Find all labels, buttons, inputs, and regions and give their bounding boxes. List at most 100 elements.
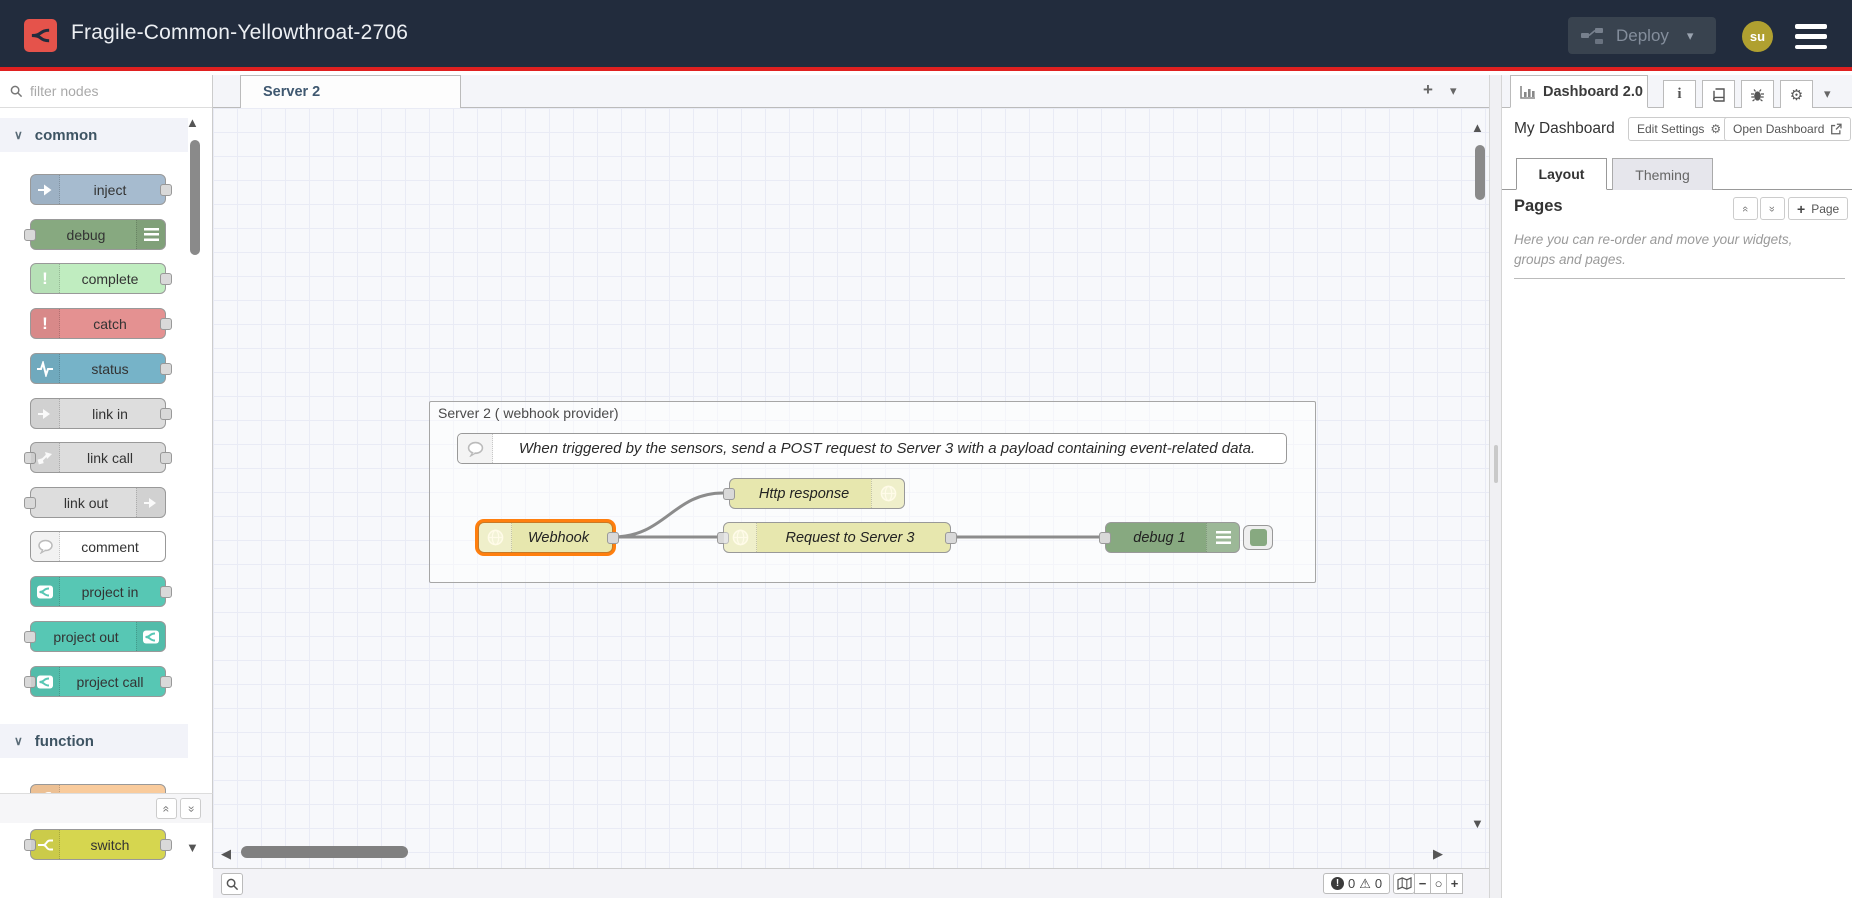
palette-node-status[interactable]: status: [30, 353, 166, 384]
node-output-port[interactable]: [160, 839, 172, 851]
sidebar-tab-help[interactable]: [1702, 80, 1735, 108]
node-red-editor: Fragile-Common-Yellowthroat-2706 Deploy …: [0, 0, 1852, 900]
flow-node-webhook[interactable]: Webhook: [478, 522, 613, 553]
palette-filter: [0, 75, 212, 108]
node-output-port[interactable]: [160, 318, 172, 330]
zoom-out-button[interactable]: −: [1414, 873, 1431, 894]
sidebar-tab-config[interactable]: ⚙: [1780, 80, 1813, 108]
palette-filter-input[interactable]: [30, 83, 180, 99]
flow-node-request-to-server-3[interactable]: Request to Server 3: [723, 522, 951, 553]
canvas-search-button[interactable]: [221, 873, 243, 895]
palette-node-complete[interactable]: ! complete: [30, 263, 166, 294]
node-output-port[interactable]: [945, 532, 957, 544]
node-input-port[interactable]: [1099, 532, 1111, 544]
canvas-scroll-up-arrow[interactable]: ▲: [1471, 120, 1484, 135]
node-input-port[interactable]: [24, 497, 36, 509]
node-output-port[interactable]: [607, 532, 619, 544]
navigator-map-button[interactable]: [1393, 873, 1415, 894]
node-label: Http response: [738, 479, 870, 508]
palette-category-common[interactable]: ∨ common: [0, 118, 188, 152]
palette-node-project-out[interactable]: project out: [30, 621, 166, 652]
edit-settings-button[interactable]: Edit Settings ⚙: [1628, 117, 1730, 141]
zoom-in-button[interactable]: +: [1446, 873, 1463, 894]
move-page-up-button[interactable]: «: [1733, 197, 1758, 220]
category-label: common: [35, 127, 98, 144]
flow-node-http-response[interactable]: Http response: [729, 478, 905, 509]
divider: [1514, 278, 1845, 279]
debug-enable-toggle[interactable]: [1243, 525, 1273, 550]
palette-node-debug[interactable]: debug: [30, 219, 166, 250]
splitter-grip[interactable]: [1494, 445, 1498, 483]
move-page-down-button[interactable]: «: [1760, 197, 1785, 220]
palette-node-inject[interactable]: inject: [30, 174, 166, 205]
chevrons-up-icon: «: [160, 805, 174, 812]
node-input-port[interactable]: [24, 631, 36, 643]
collapse-all-button[interactable]: «: [156, 798, 177, 819]
link-arrow-icon: [31, 399, 60, 428]
sidebar-tabs-caret-icon[interactable]: ▾: [1824, 86, 1831, 102]
flow-comment-node[interactable]: When triggered by the sensors, send a PO…: [457, 433, 1287, 464]
palette-node-label: debug: [37, 220, 135, 249]
sidebar-splitter[interactable]: [1489, 75, 1502, 898]
project-logo-icon: [136, 622, 165, 651]
globe-icon: [724, 523, 757, 552]
node-output-port[interactable]: [160, 363, 172, 375]
deploy-button[interactable]: Deploy ▾: [1568, 17, 1716, 54]
palette-node-link-in[interactable]: link in: [30, 398, 166, 429]
node-label: debug 1: [1114, 523, 1205, 552]
sidebar-tab-dashboard[interactable]: Dashboard 2.0: [1510, 75, 1648, 108]
canvas-scroll-left-arrow[interactable]: ◀: [221, 846, 231, 862]
deploy-caret-icon[interactable]: ▾: [1687, 28, 1694, 44]
flow-node-debug-1[interactable]: debug 1: [1105, 522, 1240, 553]
main-menu-button[interactable]: [1795, 24, 1827, 49]
expand-all-button[interactable]: «: [180, 798, 201, 819]
open-dashboard-button[interactable]: Open Dashboard: [1724, 117, 1851, 141]
canvas-scroll-right-arrow[interactable]: ▶: [1433, 846, 1443, 862]
bar-chart-icon: [1520, 85, 1536, 99]
canvas-vertical-scrollbar[interactable]: [1475, 145, 1485, 200]
palette-category-function[interactable]: ∨ function: [0, 724, 188, 758]
flow-canvas[interactable]: Server 2 ( webhook provider) When trigge…: [213, 108, 1489, 868]
add-page-button[interactable]: + Page: [1788, 197, 1848, 220]
sidebar-tab-info[interactable]: i: [1663, 80, 1696, 108]
tab-layout[interactable]: Layout: [1516, 158, 1607, 190]
palette-scroll-up-arrow[interactable]: ▲: [186, 115, 199, 130]
comment-bubble-icon: [31, 532, 60, 561]
node-input-port[interactable]: [24, 229, 36, 241]
canvas-horizontal-scrollbar[interactable]: [241, 846, 408, 858]
tab-theming[interactable]: Theming: [1612, 158, 1713, 190]
notifications-badge[interactable]: ! 0 ⚠ 0: [1323, 873, 1390, 894]
flow-list-caret-icon[interactable]: ▾: [1450, 83, 1457, 99]
node-palette: ∨ common inject debug ! complete ! catch: [0, 75, 213, 868]
add-flow-button[interactable]: +: [1417, 80, 1439, 102]
palette-scrollbar[interactable]: [190, 140, 200, 255]
canvas-scroll-down-arrow[interactable]: ▼: [1471, 816, 1484, 831]
workspace-tab-server-2[interactable]: Server 2: [240, 75, 461, 108]
sidebar-tab-debug[interactable]: [1741, 80, 1774, 108]
palette-node-label: status: [61, 354, 159, 383]
node-output-port[interactable]: [160, 273, 172, 285]
sidebar-tab-label: Dashboard 2.0: [1543, 84, 1643, 100]
node-output-port[interactable]: [160, 184, 172, 196]
node-output-port[interactable]: [160, 586, 172, 598]
palette-node-label: link in: [61, 399, 159, 428]
zoom-reset-button[interactable]: ○: [1430, 873, 1447, 894]
palette-node-project-in[interactable]: project in: [30, 576, 166, 607]
node-input-port[interactable]: [723, 488, 735, 500]
node-output-port[interactable]: [160, 408, 172, 420]
node-output-port[interactable]: [160, 452, 172, 464]
pages-helper-text: Here you can re-order and move your widg…: [1514, 230, 1832, 269]
palette-node-project-call[interactable]: project call: [30, 666, 166, 697]
palette-node-link-call[interactable]: link call: [30, 442, 166, 473]
palette-scroll-down-arrow[interactable]: ▼: [186, 840, 199, 855]
project-logo-icon: [31, 577, 60, 606]
node-output-port[interactable]: [160, 676, 172, 688]
palette-node-catch[interactable]: ! catch: [30, 308, 166, 339]
comment-bubble-icon: [458, 434, 493, 463]
palette-node-label: link out: [37, 488, 135, 517]
palette-node-comment[interactable]: comment: [30, 531, 166, 562]
palette-node-label: project call: [61, 667, 159, 696]
palette-node-link-out[interactable]: link out: [30, 487, 166, 518]
user-avatar[interactable]: su: [1742, 21, 1773, 52]
palette-node-switch[interactable]: switch: [30, 829, 166, 860]
